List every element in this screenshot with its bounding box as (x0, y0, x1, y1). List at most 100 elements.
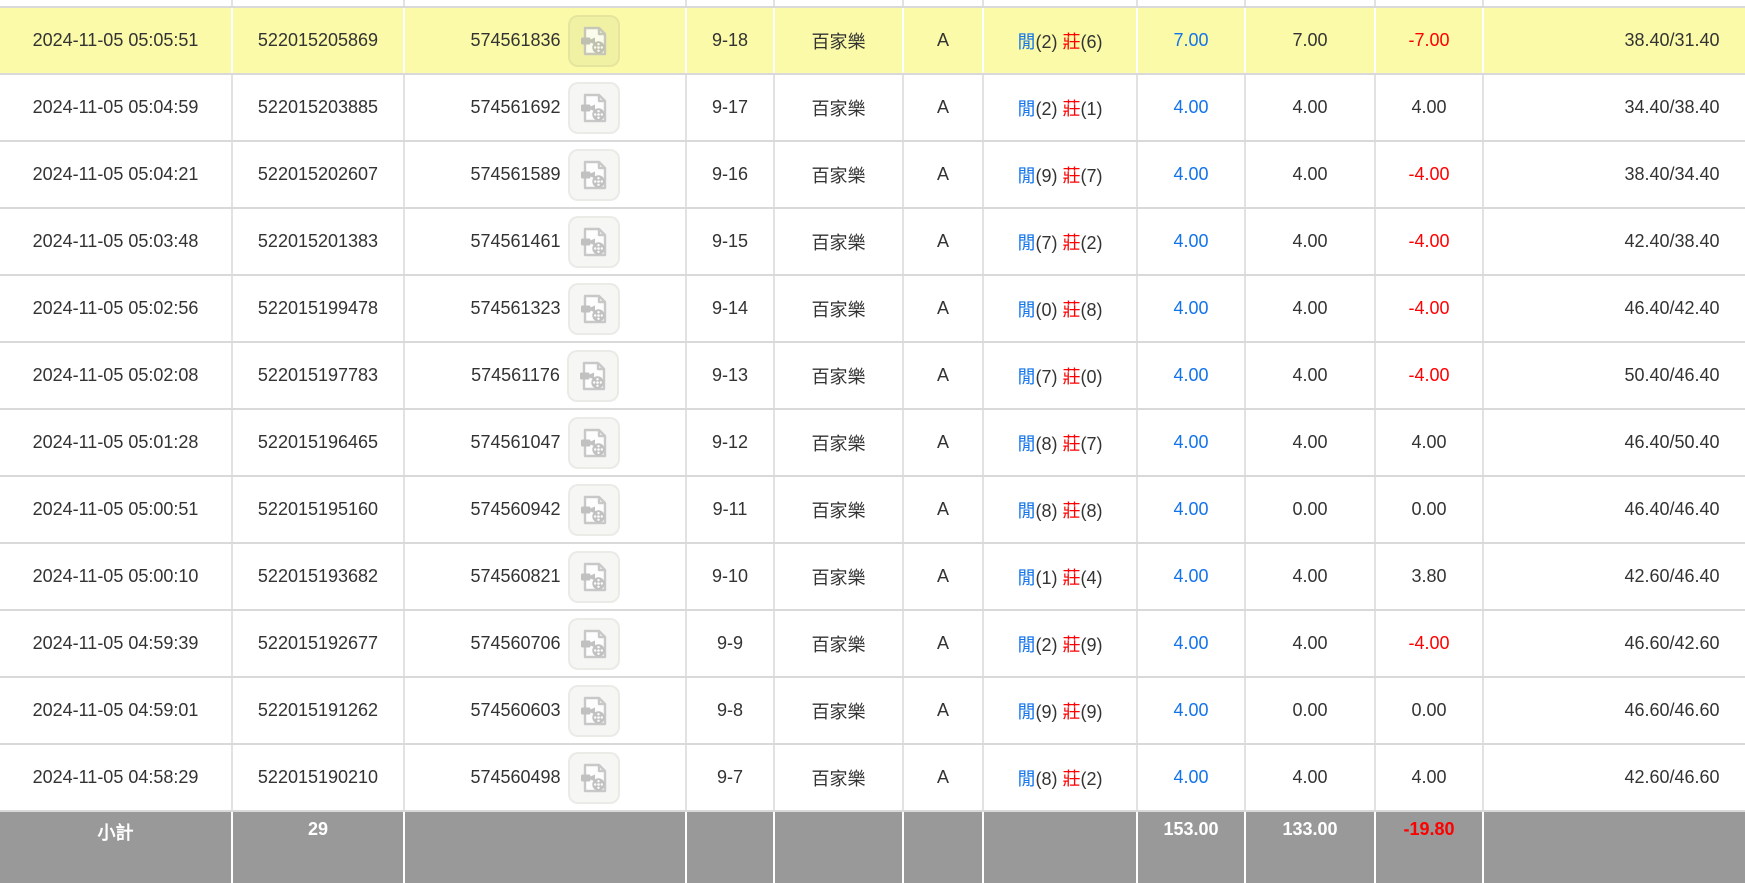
video-replay-icon (580, 763, 606, 792)
bet-amount[interactable]: 4.00 (1137, 141, 1246, 209)
bet-amount[interactable]: 4.00 (1137, 543, 1246, 611)
video-replay-button[interactable] (567, 483, 620, 536)
bet-time: 2024-11-05 05:04:21 (0, 141, 233, 209)
bet-time: 2024-11-05 04:59:01 (0, 677, 233, 745)
banker-score: (7) (1080, 165, 1103, 186)
balance: 38.40/34.40 (1483, 141, 1745, 209)
bet-history-table: 2024-11-05 05:05:51 522015205869 5745618… (0, 0, 1745, 883)
game-round-id-cell: 574561461 (404, 208, 687, 276)
video-replay-button[interactable] (567, 282, 620, 335)
subtotal-win-loss: -19.80 (1375, 811, 1484, 883)
video-replay-button[interactable] (567, 416, 620, 469)
game-round-id-cell: 574560498 (404, 744, 687, 812)
table-code: A (903, 141, 984, 209)
bet-amount[interactable]: 4.00 (1137, 677, 1246, 745)
banker-label: 莊 (1062, 98, 1081, 119)
game-round-id: 574561589 (470, 164, 561, 184)
banker-label: 莊 (1062, 31, 1081, 52)
banker-score: (2) (1080, 232, 1103, 253)
win-loss: 0.00 (1375, 476, 1484, 544)
game-round-id: 574561176 (471, 365, 560, 385)
bet-amount[interactable]: 4.00 (1137, 744, 1246, 812)
player-score: (7) (1035, 366, 1058, 387)
player-score: (7) (1035, 232, 1058, 253)
bet-amount[interactable]: 4.00 (1137, 208, 1246, 276)
table-row: 2024-11-05 05:00:51 522015195160 5745609… (0, 476, 1745, 544)
video-replay-icon (580, 26, 606, 55)
valid-amount: 4.00 (1245, 409, 1376, 477)
bet-id: 522015203885 (232, 74, 405, 142)
player-score: (8) (1035, 433, 1058, 454)
game-name: 百家樂 (774, 342, 904, 410)
table-code: A (903, 543, 984, 611)
video-replay-button[interactable] (567, 550, 620, 603)
player-score: (0) (1035, 299, 1058, 320)
game-result: 閒(8) 莊(8) (983, 476, 1138, 544)
bet-amount[interactable]: 4.00 (1137, 610, 1246, 678)
game-round-id: 574561692 (470, 97, 561, 117)
bet-id: 522015202607 (232, 141, 405, 209)
balance: 42.40/38.40 (1483, 208, 1745, 276)
valid-amount: 7.00 (1245, 7, 1376, 75)
video-replay-button[interactable] (567, 684, 620, 737)
player-score: (9) (1035, 701, 1058, 722)
game-name: 百家樂 (774, 74, 904, 142)
subtotal-valid-amount: 133.00 (1245, 811, 1376, 883)
table-code: A (903, 342, 984, 410)
video-replay-button[interactable] (566, 349, 619, 402)
game-round-id-cell: 574560821 (404, 543, 687, 611)
video-replay-button[interactable] (567, 81, 620, 134)
subtotal-row: 小計 29 153.00 133.00 -19.80 (0, 811, 1745, 883)
player-label: 閒 (1017, 567, 1036, 588)
round-number: 9-18 (686, 7, 775, 75)
game-round-id-cell: 574560603 (404, 677, 687, 745)
subtotal-label: 小計 (0, 811, 233, 883)
banker-label: 莊 (1062, 165, 1081, 186)
bet-id: 522015196465 (232, 409, 405, 477)
win-loss: -7.00 (1375, 7, 1484, 75)
video-replay-button[interactable] (567, 215, 620, 268)
bet-time: 2024-11-05 05:01:28 (0, 409, 233, 477)
bet-id: 522015190210 (232, 744, 405, 812)
video-replay-icon (580, 428, 606, 457)
player-score: (1) (1035, 567, 1058, 588)
bet-time: 2024-11-05 04:58:29 (0, 744, 233, 812)
game-round-id: 574561461 (470, 231, 561, 251)
bet-amount[interactable]: 4.00 (1137, 409, 1246, 477)
round-number: 9-13 (686, 342, 775, 410)
game-result: 閒(9) 莊(9) (983, 677, 1138, 745)
table-row: 2024-11-05 05:02:56 522015199478 5745613… (0, 275, 1745, 343)
bet-id: 522015199478 (232, 275, 405, 343)
banker-score: (4) (1080, 567, 1103, 588)
video-replay-icon (580, 495, 606, 524)
player-label: 閒 (1017, 98, 1036, 119)
banker-label: 莊 (1062, 500, 1081, 521)
bet-amount[interactable]: 4.00 (1137, 476, 1246, 544)
video-replay-button[interactable] (567, 751, 620, 804)
game-name: 百家樂 (774, 677, 904, 745)
game-name: 百家樂 (774, 744, 904, 812)
bet-amount[interactable]: 4.00 (1137, 74, 1246, 142)
bet-id: 522015193682 (232, 543, 405, 611)
bet-time: 2024-11-05 05:02:56 (0, 275, 233, 343)
game-round-id-cell: 574561692 (404, 74, 687, 142)
bet-time: 2024-11-05 04:59:39 (0, 610, 233, 678)
player-label: 閒 (1017, 500, 1036, 521)
game-result: 閒(2) 莊(9) (983, 610, 1138, 678)
bet-amount[interactable]: 4.00 (1137, 342, 1246, 410)
win-loss: -4.00 (1375, 610, 1484, 678)
bet-amount[interactable]: 7.00 (1137, 7, 1246, 75)
game-result: 閒(0) 莊(8) (983, 275, 1138, 343)
valid-amount: 4.00 (1245, 74, 1376, 142)
game-result: 閒(2) 莊(6) (983, 7, 1138, 75)
banker-label: 莊 (1062, 433, 1081, 454)
banker-label: 莊 (1062, 701, 1081, 722)
table-code: A (903, 7, 984, 75)
banker-label: 莊 (1062, 232, 1081, 253)
bet-amount[interactable]: 4.00 (1137, 275, 1246, 343)
win-loss: -4.00 (1375, 275, 1484, 343)
video-replay-button[interactable] (567, 14, 620, 67)
banker-score: (1) (1080, 98, 1103, 119)
video-replay-button[interactable] (567, 148, 620, 201)
video-replay-button[interactable] (567, 617, 620, 670)
